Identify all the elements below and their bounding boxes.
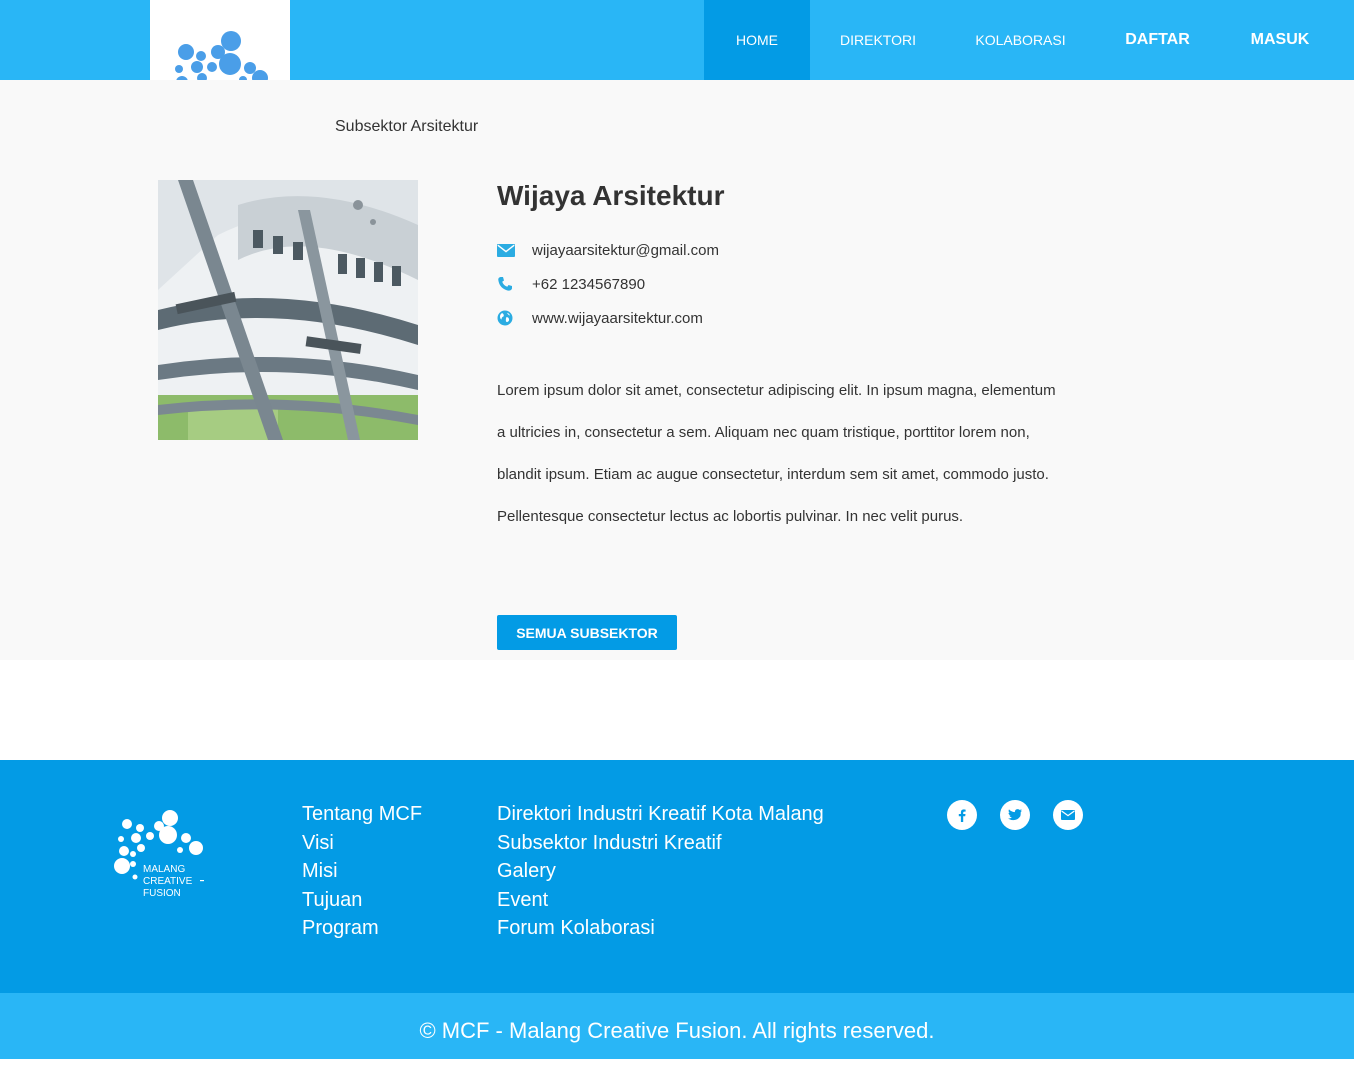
profile-photo [158, 180, 418, 440]
phone-text[interactable]: +62 1234567890 [532, 276, 645, 293]
nav-masuk[interactable]: MASUK [1220, 0, 1340, 80]
globe-icon [497, 308, 519, 328]
twitter-icon[interactable] [1000, 800, 1030, 830]
breadcrumb: Subsektor Arsitektur [335, 118, 479, 135]
footer-site-links: Direktori Industri Kreatif Kota Malang S… [497, 800, 824, 943]
main-content: Subsektor Arsitektur Wijaya Arsitektur w… [0, 80, 1354, 660]
contact-website: www.wijayaarsitektur.com [497, 308, 703, 328]
footer-link-forum[interactable]: Forum Kolaborasi [497, 914, 824, 943]
nav-direktori[interactable]: DIREKTORI [810, 0, 946, 80]
nav-daftar[interactable]: DAFTAR [1095, 0, 1220, 80]
footer-link-program[interactable]: Program [302, 914, 422, 943]
company-name: Wijaya Arsitektur [497, 180, 725, 211]
footer-logo[interactable]: MALANG CREATIVE FUSION [112, 806, 207, 901]
footer-link-tujuan[interactable]: Tujuan [302, 886, 422, 915]
contact-email: wijayaarsitektur@gmail.com [497, 240, 719, 260]
footer-logo-line-1: MALANG [143, 864, 185, 875]
copyright-bar: © MCF - Malang Creative Fusion. All righ… [0, 993, 1354, 1059]
footer-link-direktori[interactable]: Direktori Industri Kreatif Kota Malang [497, 800, 824, 829]
nav-home[interactable]: HOME [704, 0, 810, 80]
main-nav: HOME DIREKTORI KOLABORASI DAFTAR MASUK [704, 0, 1340, 80]
footer-link-tentang[interactable]: Tentang MCF [302, 800, 422, 829]
footer-logo-line-2: CREATIVE [143, 876, 193, 887]
facebook-icon[interactable] [947, 800, 977, 830]
footer-logo-line-3: FUSION [143, 888, 181, 899]
footer-link-event[interactable]: Event [497, 886, 824, 915]
phone-icon [497, 274, 519, 294]
footer-link-visi[interactable]: Visi [302, 829, 422, 858]
company-description: Lorem ipsum dolor sit amet, consectetur … [497, 382, 1056, 525]
footer-link-subsektor[interactable]: Subsektor Industri Kreatif [497, 829, 824, 858]
contact-phone: +62 1234567890 [497, 274, 645, 294]
footer-link-galery[interactable]: Galery [497, 857, 824, 886]
footer-about-links: Tentang MCF Visi Misi Tujuan Program [302, 800, 422, 943]
envelope-icon [497, 240, 519, 260]
social-links [947, 800, 1106, 830]
footer-link-misi[interactable]: Misi [302, 857, 422, 886]
website-text[interactable]: www.wijayaarsitektur.com [532, 310, 703, 327]
all-subsectors-button[interactable]: SEMUA SUBSEKTOR [497, 615, 677, 650]
footer: MALANG CREATIVE FUSION Tentang MCF Visi … [0, 760, 1354, 993]
envelope-icon[interactable] [1053, 800, 1083, 830]
nav-kolaborasi[interactable]: KOLABORASI [946, 0, 1095, 80]
email-text[interactable]: wijayaarsitektur@gmail.com [532, 242, 719, 259]
